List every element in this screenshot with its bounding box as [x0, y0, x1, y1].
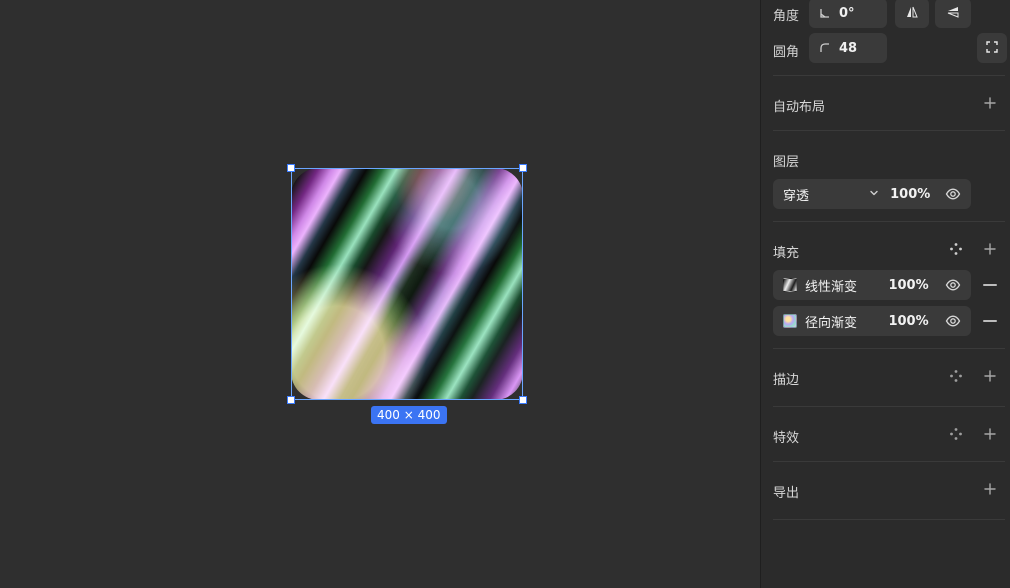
add-auto-layout-button[interactable] — [983, 96, 997, 110]
blend-mode-select[interactable]: 穿透 — [783, 185, 868, 204]
fill-opacity[interactable]: 100% — [888, 278, 945, 293]
remove-fill-button[interactable] — [983, 320, 997, 322]
fill-style-button[interactable] — [949, 242, 963, 256]
flip-vertical-button[interactable] — [935, 0, 971, 28]
remove-fill-button[interactable] — [983, 284, 997, 286]
selection-size-badge: 400 × 400 — [371, 406, 447, 424]
effects-title: 特效 — [773, 431, 800, 446]
eye-icon[interactable] — [945, 186, 961, 202]
selected-frame-gradient[interactable] — [291, 168, 523, 400]
add-fill-button[interactable] — [983, 242, 997, 256]
radial-gradient-swatch[interactable] — [783, 314, 797, 328]
auto-layout-title: 自动布局 — [773, 100, 826, 115]
plus-icon — [983, 242, 997, 256]
expand-corners-icon — [985, 40, 999, 57]
angle-label: 角度 — [773, 9, 800, 24]
layers-title: 图层 — [773, 155, 800, 170]
corner-radius-icon — [819, 42, 831, 54]
divider — [773, 221, 1005, 222]
canvas[interactable]: 400 × 400 — [0, 0, 760, 588]
effects-style-button[interactable] — [949, 427, 963, 441]
fill-type-label: 径向渐变 — [805, 315, 858, 331]
blend-mode-value: 穿透 — [783, 188, 810, 204]
corner-radius-label: 圆角 — [773, 45, 800, 60]
plus-icon — [983, 427, 997, 441]
fill-type[interactable]: 径向渐变 — [783, 312, 880, 331]
stroke-title: 描边 — [773, 373, 800, 388]
add-stroke-button[interactable] — [983, 369, 997, 383]
add-export-button[interactable] — [983, 482, 997, 496]
divider — [773, 519, 1005, 520]
eye-icon[interactable] — [945, 313, 961, 329]
individual-corners-button[interactable] — [977, 33, 1007, 63]
add-effect-button[interactable] — [983, 427, 997, 441]
flip-horizontal-icon — [905, 5, 919, 22]
stroke-style-button[interactable] — [949, 369, 963, 383]
divider — [773, 130, 1005, 131]
layer-opacity-value[interactable]: 100% — [890, 187, 945, 202]
fill-type[interactable]: 线性渐变 — [783, 276, 880, 295]
layer-blend-opacity-control[interactable]: 穿透 100% — [773, 179, 971, 209]
divider — [773, 348, 1005, 349]
eye-icon[interactable] — [945, 277, 961, 293]
export-title: 导出 — [773, 486, 800, 501]
fill-item[interactable]: 径向渐变 100% — [773, 306, 971, 336]
style-dots-icon — [949, 369, 963, 383]
plus-icon — [983, 96, 997, 110]
resize-handle-bottom-right[interactable] — [519, 396, 527, 404]
divider — [773, 461, 1005, 462]
style-dots-icon — [949, 242, 963, 256]
corner-radius-field[interactable]: 48 — [809, 33, 887, 63]
angle-value: 0° — [839, 5, 855, 21]
flip-horizontal-button[interactable] — [895, 0, 929, 28]
plus-icon — [983, 482, 997, 496]
resize-handle-bottom-left[interactable] — [287, 396, 295, 404]
resize-handle-top-right[interactable] — [519, 164, 527, 172]
divider — [773, 75, 1005, 76]
fill-item[interactable]: 线性渐变 100% — [773, 270, 971, 300]
linear-gradient-swatch[interactable] — [783, 278, 797, 292]
resize-handle-top-left[interactable] — [287, 164, 295, 172]
divider — [773, 406, 1005, 407]
properties-panel: 角度 0° 圆角 48 自动布局 图层 穿透 100% 填充 线性渐变 100%… — [760, 0, 1010, 588]
chevron-down-icon — [868, 187, 880, 202]
angle-field[interactable]: 0° — [809, 0, 887, 28]
fill-title: 填充 — [773, 246, 800, 261]
angle-icon — [819, 7, 831, 19]
style-dots-icon — [949, 427, 963, 441]
plus-icon — [983, 369, 997, 383]
fill-opacity[interactable]: 100% — [888, 314, 945, 329]
corner-radius-value: 48 — [839, 40, 858, 56]
flip-vertical-icon — [946, 5, 960, 22]
fill-type-label: 线性渐变 — [805, 279, 858, 295]
